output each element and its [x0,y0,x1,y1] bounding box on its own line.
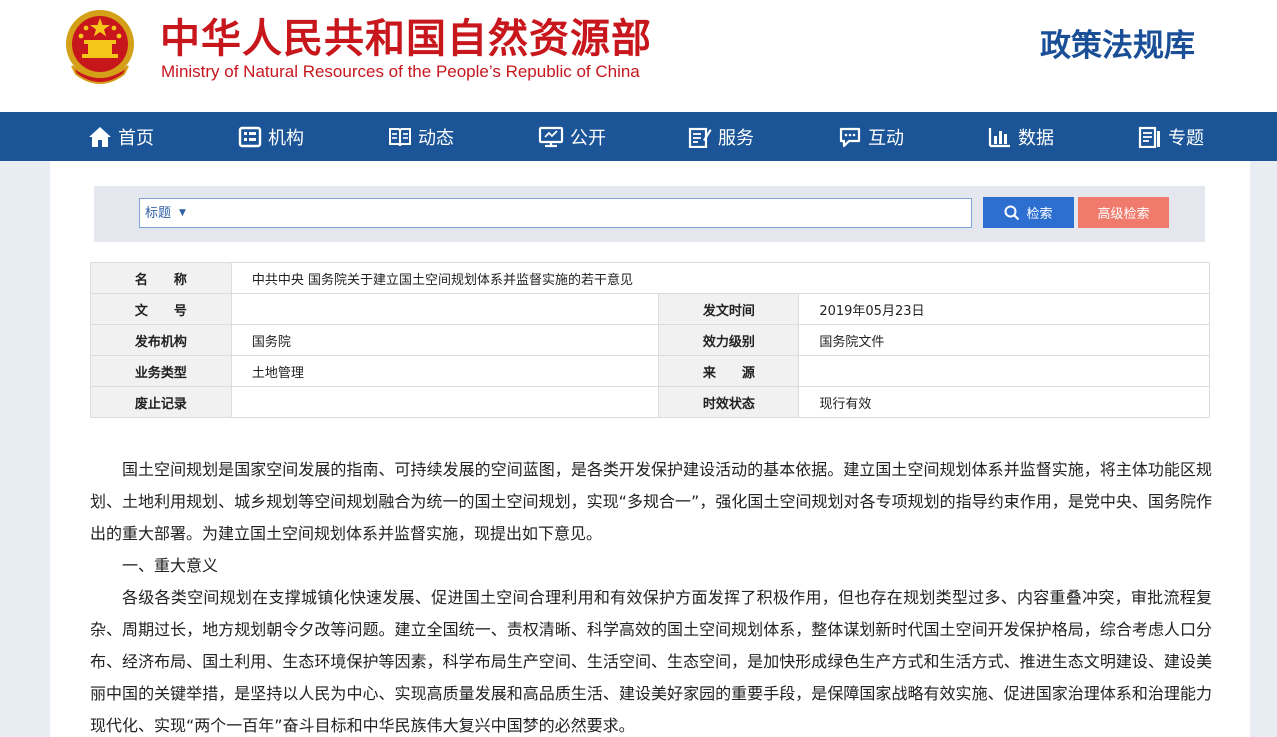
content-panel: 标题 ▼ 检索 高级检索 名 称 中共中央 国务院关于建立国土空间规划体系并监督实… [50,161,1250,737]
monitor-icon [538,126,564,147]
abolish-label: 废止记录 [90,386,232,418]
chat-icon [839,127,861,147]
issuer-value: 国务院 [230,324,660,356]
date-label: 发文时间 [658,293,800,325]
home-icon [89,126,111,147]
status-label: 时效状态 [658,386,800,418]
table-row: 业务类型 土地管理 来 源 [90,355,1210,387]
search-input[interactable] [200,201,960,225]
issuer-label: 发布机构 [90,324,232,356]
name-label: 名 称 [90,262,232,294]
nav-item-interaction[interactable]: 互动 [838,112,904,161]
doc-no-value [230,293,660,325]
nav-item-label: 公开 [570,127,606,149]
category-value: 土地管理 [230,355,660,387]
date-value: 2019年05月23日 [798,293,1210,325]
nav-item-label: 服务 [718,127,754,149]
table-row: 名 称 中共中央 国务院关于建立国土空间规划体系并监督实施的若干意见 [90,262,1211,294]
search-button-label: 检索 [1026,207,1053,222]
nav-item-label: 数据 [1018,127,1054,149]
source-value [798,355,1210,387]
category-label: 业务类型 [90,355,232,387]
library-title: 政策法规库 [1040,28,1195,64]
nav-item-topics[interactable]: 专题 [1138,112,1204,161]
org-icon [238,126,262,147]
site-header: 中华人民共和国自然资源部 Ministry of Natural Resourc… [0,0,1277,112]
ministry-title-cn: 中华人民共和国自然资源部 [160,15,652,62]
nav-item-label: 专题 [1168,127,1204,149]
search-box: 标题 ▼ [139,198,972,228]
article-paragraph: 各级各类空间规划在支撑城镇化快速发展、促进国土空间合理利用和有效保护方面发挥了积… [90,588,1212,735]
search-button[interactable]: 检索 [983,197,1074,228]
nav-item-org[interactable]: 机构 [238,112,304,161]
article-body: 国土空间规划是国家空间发展的指南、可持续发展的空间蓝图，是各类开发保护建设活动的… [90,454,1212,737]
name-value: 中共中央 国务院关于建立国土空间规划体系并监督实施的若干意见 [230,262,1211,294]
nav-item-label: 机构 [268,127,304,149]
search-icon [1004,205,1020,220]
nav-item-public[interactable]: 公开 [538,112,606,161]
article-paragraph: 国土空间规划是国家空间发展的指南、可持续发展的空间蓝图，是各类开发保护建设活动的… [90,460,1212,543]
chart-icon [988,127,1010,147]
nav-item-service[interactable]: 服务 [688,112,754,161]
main-nav: 首页 机构 动态 公开 服务 互动 数据 专题 [0,112,1277,161]
search-bar: 标题 ▼ 检索 高级检索 [94,186,1205,242]
doc-no-label: 文 号 [90,293,232,325]
nav-item-data[interactable]: 数据 [988,112,1054,161]
national-emblem-icon [66,10,134,84]
nav-item-news[interactable]: 动态 [388,112,454,161]
nav-item-label: 互动 [868,127,904,149]
level-label: 效力级别 [658,324,800,356]
search-field-select[interactable]: 标题 ▼ [145,199,186,227]
service-icon [688,127,712,148]
nav-item-home[interactable]: 首页 [88,112,154,161]
table-row: 废止记录 时效状态 现行有效 [90,386,1210,418]
nav-item-label: 动态 [418,127,454,149]
dropdown-arrow-icon: ▼ [179,208,186,218]
section-heading: 一、重大意义 [122,556,219,575]
document-meta-table: 名 称 中共中央 国务院关于建立国土空间规划体系并监督实施的若干意见 文 号 发… [90,262,1211,418]
source-label: 来 源 [658,355,800,387]
table-row: 发布机构 国务院 效力级别 国务院文件 [90,324,1210,356]
advanced-search-button[interactable]: 高级检索 [1078,197,1169,228]
ministry-title-en: Ministry of Natural Resources of the Peo… [161,62,640,81]
book-icon [389,127,411,146]
search-field-label: 标题 [145,206,172,221]
status-value: 现行有效 [798,386,1210,418]
nav-item-label: 首页 [118,127,154,149]
abolish-value [230,386,660,418]
table-row: 文 号 发文时间 2019年05月23日 [90,293,1210,325]
topic-icon [1138,126,1160,148]
level-value: 国务院文件 [798,324,1210,356]
advanced-search-label: 高级检索 [1097,207,1150,222]
